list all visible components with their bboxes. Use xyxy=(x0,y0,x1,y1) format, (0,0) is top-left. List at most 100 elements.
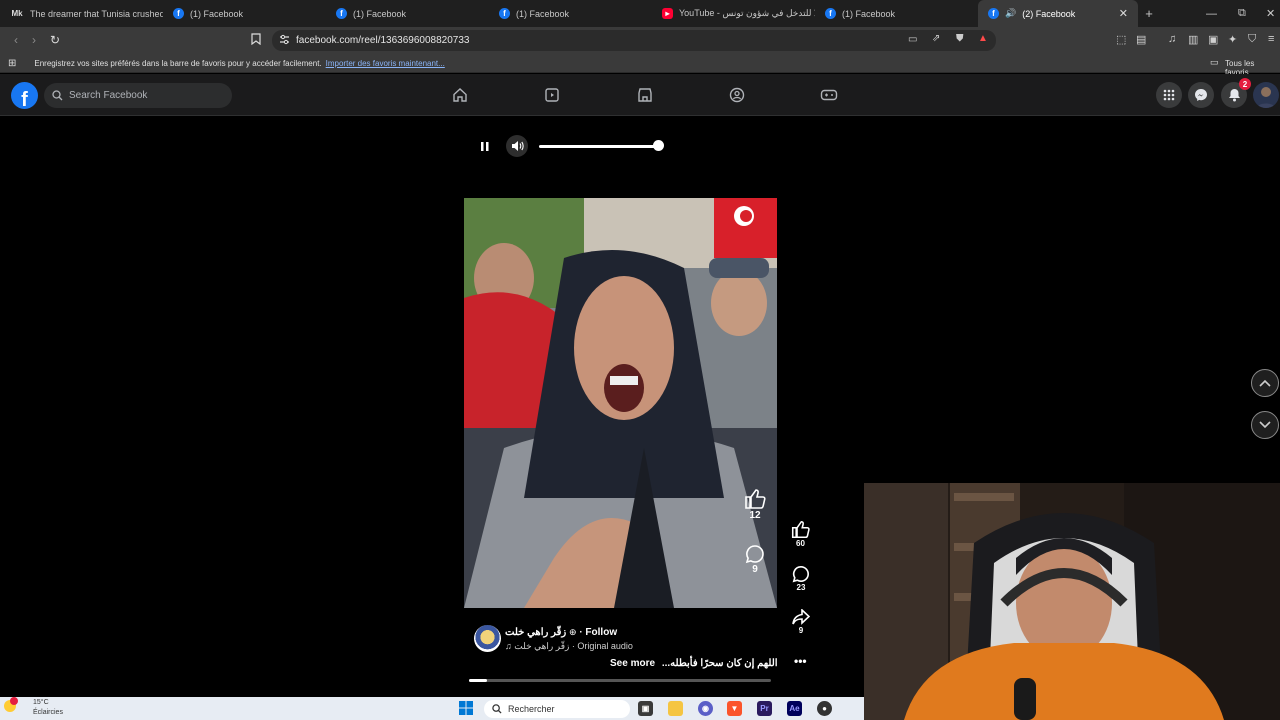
url-text: facebook.com/reel/1363696008820733 xyxy=(296,35,470,46)
comment-button[interactable]: 23 xyxy=(792,565,810,592)
media-icon[interactable]: ♫ xyxy=(1168,33,1176,45)
discord-icon[interactable]: ◉ xyxy=(698,701,713,716)
author-avatar[interactable] xyxy=(474,625,501,652)
author-name[interactable]: زقّر راهي خلت xyxy=(505,627,566,638)
nav-video-icon[interactable] xyxy=(541,84,563,106)
facebook-header: f 2 xyxy=(0,74,1280,116)
taskbar-search[interactable]: Rechercher xyxy=(484,700,630,718)
share-icon[interactable]: ⇗ xyxy=(932,33,940,44)
address-toolbar: ‹ › ↻ facebook.com/reel/1363696008820733… xyxy=(0,27,1280,54)
follow-button[interactable]: · Follow xyxy=(579,627,617,638)
reload-icon[interactable]: ↻ xyxy=(45,33,65,47)
vpn-icon[interactable]: ⛉ xyxy=(1248,33,1256,46)
profile-avatar[interactable] xyxy=(1253,82,1279,108)
new-tab-button[interactable]: + xyxy=(1138,0,1160,27)
browser-tab[interactable]: f (1) Facebook xyxy=(815,0,978,27)
close-window-button[interactable]: ✕ xyxy=(1266,0,1275,27)
messenger-icon[interactable] xyxy=(1188,82,1214,108)
volume-slider[interactable] xyxy=(539,145,659,148)
previous-reel-button[interactable] xyxy=(1251,369,1279,397)
tab-title: (1) Facebook xyxy=(842,8,896,19)
share-button[interactable]: 9 xyxy=(792,609,810,635)
weather-desc: Éclaircies xyxy=(33,709,63,716)
audio-line[interactable]: ♫ زقّر راهي خلت · Original audio xyxy=(505,641,633,652)
premiere-pro-icon[interactable]: Pr xyxy=(757,701,772,716)
file-explorer-icon[interactable] xyxy=(668,701,683,716)
weather-widget[interactable]: 15°C Éclaircies xyxy=(18,698,63,718)
facebook-search[interactable] xyxy=(44,83,232,108)
minimize-button[interactable]: — xyxy=(1206,0,1217,27)
thumbs-up-icon xyxy=(791,520,810,539)
video-comment-button[interactable]: 9 xyxy=(745,544,765,575)
notifications-icon[interactable]: 2 xyxy=(1221,78,1251,108)
extensions-icon[interactable]: ⬚ xyxy=(1116,33,1126,46)
maximize-button[interactable]: ⧉ xyxy=(1238,0,1246,27)
nav-marketplace-icon[interactable] xyxy=(634,84,656,106)
bookmarks-prompt: Enregistrez vos sites préférés dans la b… xyxy=(34,58,322,68)
nav-home-icon[interactable] xyxy=(449,84,471,106)
nav-groups-icon[interactable] xyxy=(726,84,748,106)
screen: Mk The dreamer that Tunisia crushed. T f… xyxy=(0,0,1280,720)
menu-grid-icon[interactable] xyxy=(1156,82,1182,108)
next-reel-button[interactable] xyxy=(1251,411,1279,439)
back-icon[interactable]: ‹ xyxy=(6,33,26,47)
video-like-button[interactable]: 12 xyxy=(744,488,766,521)
brave-browser-icon[interactable]: ▼ xyxy=(727,701,742,716)
browser-tab-active[interactable]: f 🔊 (2) Facebook ✕ xyxy=(978,0,1138,27)
browser-tab[interactable]: f (1) Facebook xyxy=(163,0,326,27)
facebook-icon: f xyxy=(988,8,999,19)
see-more-link[interactable]: See more xyxy=(610,658,655,669)
wallet-icon[interactable]: ▣ xyxy=(1208,33,1218,46)
volume-icon[interactable] xyxy=(506,135,528,157)
site-info-icon[interactable] xyxy=(279,34,290,48)
like-button[interactable]: 60 xyxy=(791,520,810,548)
search-icon xyxy=(52,90,63,101)
windows-taskbar: 15°C Éclaircies Rechercher ▣ ◉ ▼ Pr Ae ● xyxy=(0,697,864,720)
video-progress-fill xyxy=(469,679,488,682)
video-frame xyxy=(464,198,777,608)
close-tab-icon[interactable]: ✕ xyxy=(1119,7,1128,20)
tab-title: YouTube - لا للتدخل في شؤون تونس xyxy=(679,8,815,18)
facebook-logo[interactable]: f xyxy=(11,82,38,109)
cast-icon[interactable]: ▭ xyxy=(908,34,917,45)
video-controls xyxy=(470,131,670,161)
reel-caption: See more اللهم إن كان سحرًا فأبطله... xyxy=(610,658,778,669)
leo-ai-icon[interactable]: ✦ xyxy=(1228,33,1237,46)
pause-icon[interactable] xyxy=(476,137,494,155)
apps-icon[interactable]: ⊞ xyxy=(8,58,16,69)
bookmark-icon[interactable] xyxy=(251,33,261,48)
notification-count-badge: 2 xyxy=(1239,78,1251,90)
import-bookmarks-link[interactable]: Importer des favoris maintenant... xyxy=(326,59,445,68)
video-progress-bar[interactable] xyxy=(469,679,771,682)
obs-icon[interactable]: ● xyxy=(817,701,832,716)
reel-video[interactable]: 12 9 xyxy=(464,198,777,608)
volume-slider-handle[interactable] xyxy=(653,140,664,151)
tab-title: (1) Facebook xyxy=(353,8,407,19)
nav-gaming-icon[interactable] xyxy=(818,84,840,106)
sidebar-icon[interactable]: ▥ xyxy=(1188,33,1198,46)
tab-title: (1) Facebook xyxy=(190,8,244,19)
windows-start-icon[interactable] xyxy=(459,701,473,720)
browser-tab[interactable]: Mk The dreamer that Tunisia crushed. T xyxy=(0,0,163,27)
tab-title: (1) Facebook xyxy=(516,8,570,19)
brave-shield-icon[interactable]: ⛊ xyxy=(956,33,964,44)
facebook-icon: f xyxy=(825,8,836,19)
audio-label: زقّر راهي خلت · Original audio xyxy=(514,641,633,651)
task-view-icon[interactable]: ▣ xyxy=(638,701,653,716)
brave-rewards-icon[interactable]: ▲ xyxy=(978,33,988,44)
forward-icon[interactable]: › xyxy=(24,33,44,47)
facebook-icon: f xyxy=(499,8,510,19)
menu-icon[interactable]: ≡ xyxy=(1268,33,1274,45)
search-input[interactable] xyxy=(69,90,229,101)
webcam-feed xyxy=(864,483,1280,720)
browser-tab[interactable]: ▸ YouTube - لا للتدخل في شؤون تونس xyxy=(652,0,815,27)
facebook-icon: f xyxy=(173,8,184,19)
url-bar[interactable]: facebook.com/reel/1363696008820733 ▭ ⇗ ⛊… xyxy=(272,30,996,51)
after-effects-icon[interactable]: Ae xyxy=(787,701,802,716)
more-options-icon[interactable]: ••• xyxy=(794,654,807,668)
comment-icon xyxy=(745,545,764,564)
browser-tab[interactable]: f (1) Facebook xyxy=(489,0,652,27)
reading-list-icon[interactable]: ▤ xyxy=(1136,33,1146,46)
taskbar-search-placeholder: Rechercher xyxy=(508,704,555,714)
browser-tab[interactable]: f (1) Facebook xyxy=(326,0,489,27)
